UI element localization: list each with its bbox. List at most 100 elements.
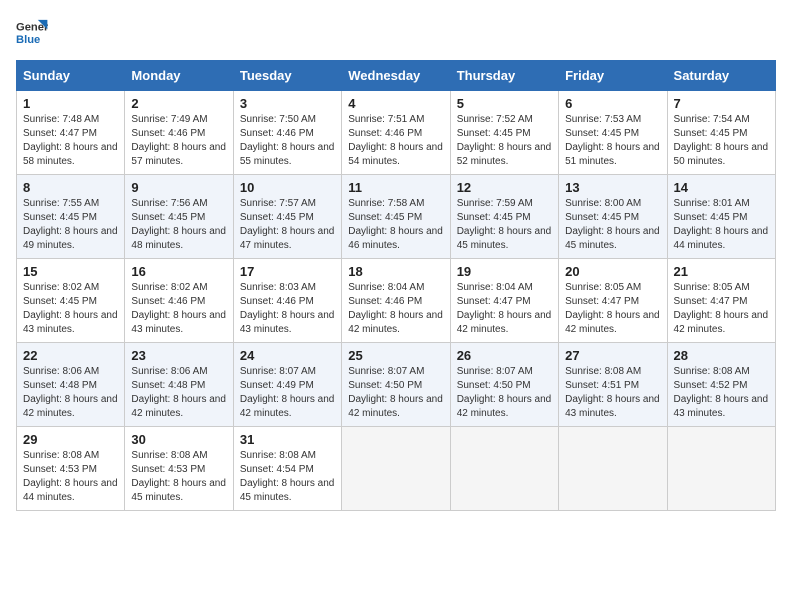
col-header-saturday: Saturday	[667, 61, 775, 91]
day-number: 3	[240, 96, 335, 111]
day-number: 4	[348, 96, 443, 111]
day-info: Sunrise: 8:08 AM Sunset: 4:52 PM Dayligh…	[674, 365, 769, 421]
day-number: 23	[131, 348, 226, 363]
day-number: 7	[674, 96, 769, 111]
day-number: 29	[23, 432, 118, 447]
week-row-1: 1 Sunrise: 7:48 AM Sunset: 4:47 PM Dayli…	[17, 91, 776, 175]
day-cell: 8 Sunrise: 7:55 AM Sunset: 4:45 PM Dayli…	[17, 175, 125, 259]
day-number: 10	[240, 180, 335, 195]
day-cell: 24 Sunrise: 8:07 AM Sunset: 4:49 PM Dayl…	[233, 343, 341, 427]
day-info: Sunrise: 7:57 AM Sunset: 4:45 PM Dayligh…	[240, 197, 335, 253]
day-cell: 30 Sunrise: 8:08 AM Sunset: 4:53 PM Dayl…	[125, 427, 233, 511]
day-number: 15	[23, 264, 118, 279]
day-cell: 28 Sunrise: 8:08 AM Sunset: 4:52 PM Dayl…	[667, 343, 775, 427]
day-cell	[667, 427, 775, 511]
day-number: 18	[348, 264, 443, 279]
day-info: Sunrise: 8:02 AM Sunset: 4:46 PM Dayligh…	[131, 281, 226, 337]
day-number: 5	[457, 96, 552, 111]
day-number: 14	[674, 180, 769, 195]
day-cell: 16 Sunrise: 8:02 AM Sunset: 4:46 PM Dayl…	[125, 259, 233, 343]
day-info: Sunrise: 8:07 AM Sunset: 4:50 PM Dayligh…	[457, 365, 552, 421]
col-header-sunday: Sunday	[17, 61, 125, 91]
day-info: Sunrise: 8:05 AM Sunset: 4:47 PM Dayligh…	[674, 281, 769, 337]
day-number: 6	[565, 96, 660, 111]
day-cell: 19 Sunrise: 8:04 AM Sunset: 4:47 PM Dayl…	[450, 259, 558, 343]
week-row-2: 8 Sunrise: 7:55 AM Sunset: 4:45 PM Dayli…	[17, 175, 776, 259]
day-number: 12	[457, 180, 552, 195]
day-cell: 27 Sunrise: 8:08 AM Sunset: 4:51 PM Dayl…	[559, 343, 667, 427]
day-number: 22	[23, 348, 118, 363]
day-cell: 10 Sunrise: 7:57 AM Sunset: 4:45 PM Dayl…	[233, 175, 341, 259]
day-info: Sunrise: 8:06 AM Sunset: 4:48 PM Dayligh…	[23, 365, 118, 421]
col-header-wednesday: Wednesday	[342, 61, 450, 91]
day-number: 21	[674, 264, 769, 279]
col-header-friday: Friday	[559, 61, 667, 91]
day-info: Sunrise: 8:08 AM Sunset: 4:51 PM Dayligh…	[565, 365, 660, 421]
day-info: Sunrise: 8:07 AM Sunset: 4:50 PM Dayligh…	[348, 365, 443, 421]
day-cell: 18 Sunrise: 8:04 AM Sunset: 4:46 PM Dayl…	[342, 259, 450, 343]
day-number: 28	[674, 348, 769, 363]
day-info: Sunrise: 8:04 AM Sunset: 4:46 PM Dayligh…	[348, 281, 443, 337]
day-info: Sunrise: 7:50 AM Sunset: 4:46 PM Dayligh…	[240, 113, 335, 169]
day-number: 25	[348, 348, 443, 363]
day-info: Sunrise: 7:54 AM Sunset: 4:45 PM Dayligh…	[674, 113, 769, 169]
day-info: Sunrise: 8:03 AM Sunset: 4:46 PM Dayligh…	[240, 281, 335, 337]
day-cell: 4 Sunrise: 7:51 AM Sunset: 4:46 PM Dayli…	[342, 91, 450, 175]
day-info: Sunrise: 8:08 AM Sunset: 4:53 PM Dayligh…	[23, 449, 118, 505]
day-info: Sunrise: 7:49 AM Sunset: 4:46 PM Dayligh…	[131, 113, 226, 169]
day-info: Sunrise: 8:06 AM Sunset: 4:48 PM Dayligh…	[131, 365, 226, 421]
calendar-table: SundayMondayTuesdayWednesdayThursdayFrid…	[16, 60, 776, 511]
day-cell: 15 Sunrise: 8:02 AM Sunset: 4:45 PM Dayl…	[17, 259, 125, 343]
day-cell: 11 Sunrise: 7:58 AM Sunset: 4:45 PM Dayl…	[342, 175, 450, 259]
day-number: 27	[565, 348, 660, 363]
day-cell: 7 Sunrise: 7:54 AM Sunset: 4:45 PM Dayli…	[667, 91, 775, 175]
day-cell: 6 Sunrise: 7:53 AM Sunset: 4:45 PM Dayli…	[559, 91, 667, 175]
day-cell: 31 Sunrise: 8:08 AM Sunset: 4:54 PM Dayl…	[233, 427, 341, 511]
page-header: General Blue	[16, 16, 776, 48]
svg-text:Blue: Blue	[16, 34, 40, 46]
day-info: Sunrise: 7:56 AM Sunset: 4:45 PM Dayligh…	[131, 197, 226, 253]
day-info: Sunrise: 7:51 AM Sunset: 4:46 PM Dayligh…	[348, 113, 443, 169]
day-cell: 5 Sunrise: 7:52 AM Sunset: 4:45 PM Dayli…	[450, 91, 558, 175]
day-info: Sunrise: 8:07 AM Sunset: 4:49 PM Dayligh…	[240, 365, 335, 421]
week-row-4: 22 Sunrise: 8:06 AM Sunset: 4:48 PM Dayl…	[17, 343, 776, 427]
day-number: 30	[131, 432, 226, 447]
col-header-tuesday: Tuesday	[233, 61, 341, 91]
day-number: 24	[240, 348, 335, 363]
day-number: 19	[457, 264, 552, 279]
week-row-3: 15 Sunrise: 8:02 AM Sunset: 4:45 PM Dayl…	[17, 259, 776, 343]
col-header-monday: Monday	[125, 61, 233, 91]
day-info: Sunrise: 7:52 AM Sunset: 4:45 PM Dayligh…	[457, 113, 552, 169]
day-cell	[450, 427, 558, 511]
day-info: Sunrise: 8:04 AM Sunset: 4:47 PM Dayligh…	[457, 281, 552, 337]
logo: General Blue	[16, 16, 48, 48]
day-info: Sunrise: 8:08 AM Sunset: 4:54 PM Dayligh…	[240, 449, 335, 505]
day-info: Sunrise: 7:58 AM Sunset: 4:45 PM Dayligh…	[348, 197, 443, 253]
day-cell: 29 Sunrise: 8:08 AM Sunset: 4:53 PM Dayl…	[17, 427, 125, 511]
day-number: 20	[565, 264, 660, 279]
day-cell: 1 Sunrise: 7:48 AM Sunset: 4:47 PM Dayli…	[17, 91, 125, 175]
day-number: 9	[131, 180, 226, 195]
day-number: 1	[23, 96, 118, 111]
day-number: 31	[240, 432, 335, 447]
day-cell: 21 Sunrise: 8:05 AM Sunset: 4:47 PM Dayl…	[667, 259, 775, 343]
day-cell: 2 Sunrise: 7:49 AM Sunset: 4:46 PM Dayli…	[125, 91, 233, 175]
day-cell: 22 Sunrise: 8:06 AM Sunset: 4:48 PM Dayl…	[17, 343, 125, 427]
day-number: 26	[457, 348, 552, 363]
day-cell: 25 Sunrise: 8:07 AM Sunset: 4:50 PM Dayl…	[342, 343, 450, 427]
day-info: Sunrise: 7:55 AM Sunset: 4:45 PM Dayligh…	[23, 197, 118, 253]
day-info: Sunrise: 7:48 AM Sunset: 4:47 PM Dayligh…	[23, 113, 118, 169]
day-cell: 3 Sunrise: 7:50 AM Sunset: 4:46 PM Dayli…	[233, 91, 341, 175]
day-info: Sunrise: 8:05 AM Sunset: 4:47 PM Dayligh…	[565, 281, 660, 337]
day-number: 17	[240, 264, 335, 279]
header-row: SundayMondayTuesdayWednesdayThursdayFrid…	[17, 61, 776, 91]
day-cell: 9 Sunrise: 7:56 AM Sunset: 4:45 PM Dayli…	[125, 175, 233, 259]
day-cell	[559, 427, 667, 511]
day-number: 2	[131, 96, 226, 111]
day-number: 8	[23, 180, 118, 195]
day-info: Sunrise: 8:08 AM Sunset: 4:53 PM Dayligh…	[131, 449, 226, 505]
day-info: Sunrise: 8:01 AM Sunset: 4:45 PM Dayligh…	[674, 197, 769, 253]
day-cell: 14 Sunrise: 8:01 AM Sunset: 4:45 PM Dayl…	[667, 175, 775, 259]
day-number: 16	[131, 264, 226, 279]
day-cell	[342, 427, 450, 511]
